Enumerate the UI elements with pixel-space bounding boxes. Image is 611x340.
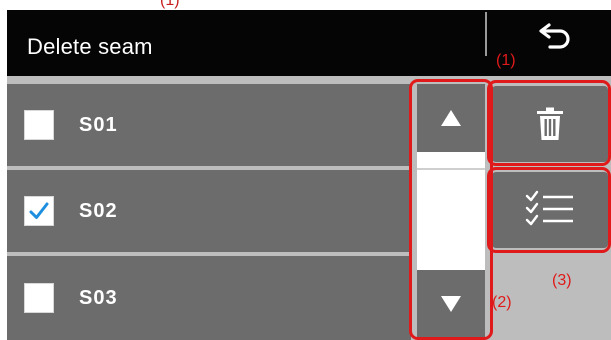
back-button[interactable] (525, 16, 585, 56)
checklist-icon (525, 190, 573, 226)
annotation-top-fragment: (1) (160, 0, 180, 9)
header-bar: Delete seam (7, 10, 611, 76)
seam-label: S01 (79, 113, 118, 136)
seam-checkbox-s03[interactable] (24, 283, 54, 313)
annotation-label-1: (1) (496, 52, 516, 69)
trash-icon (537, 107, 563, 140)
triangle-down-icon (441, 296, 461, 312)
annotation-label-2: (2) (492, 294, 512, 311)
triangle-up-icon (441, 110, 461, 126)
seam-row-s01[interactable]: S01 (7, 84, 411, 166)
select-all-button[interactable] (492, 172, 608, 248)
seam-row-s02[interactable]: S02 (7, 170, 411, 252)
delete-button[interactable] (492, 86, 608, 162)
scroll-track[interactable] (417, 152, 485, 270)
annotation-label-3: (3) (552, 272, 572, 289)
back-arrow-icon (539, 23, 570, 49)
seam-label: S03 (79, 286, 118, 309)
page-title: Delete seam (27, 34, 153, 59)
screen: (1) Delete seam S01 S02 S03 (1) (2) (3) (0, 0, 611, 340)
scroll-down-button[interactable] (417, 270, 485, 338)
seam-checkbox-s02[interactable] (24, 196, 54, 226)
seam-row-s03[interactable]: S03 (7, 256, 411, 340)
seam-checkbox-s01[interactable] (24, 110, 54, 140)
scroll-thumb[interactable] (417, 152, 485, 170)
header-divider (485, 12, 487, 56)
scroll-up-button[interactable] (417, 84, 485, 152)
checkmark-icon (29, 202, 49, 219)
seam-label: S02 (79, 199, 118, 222)
